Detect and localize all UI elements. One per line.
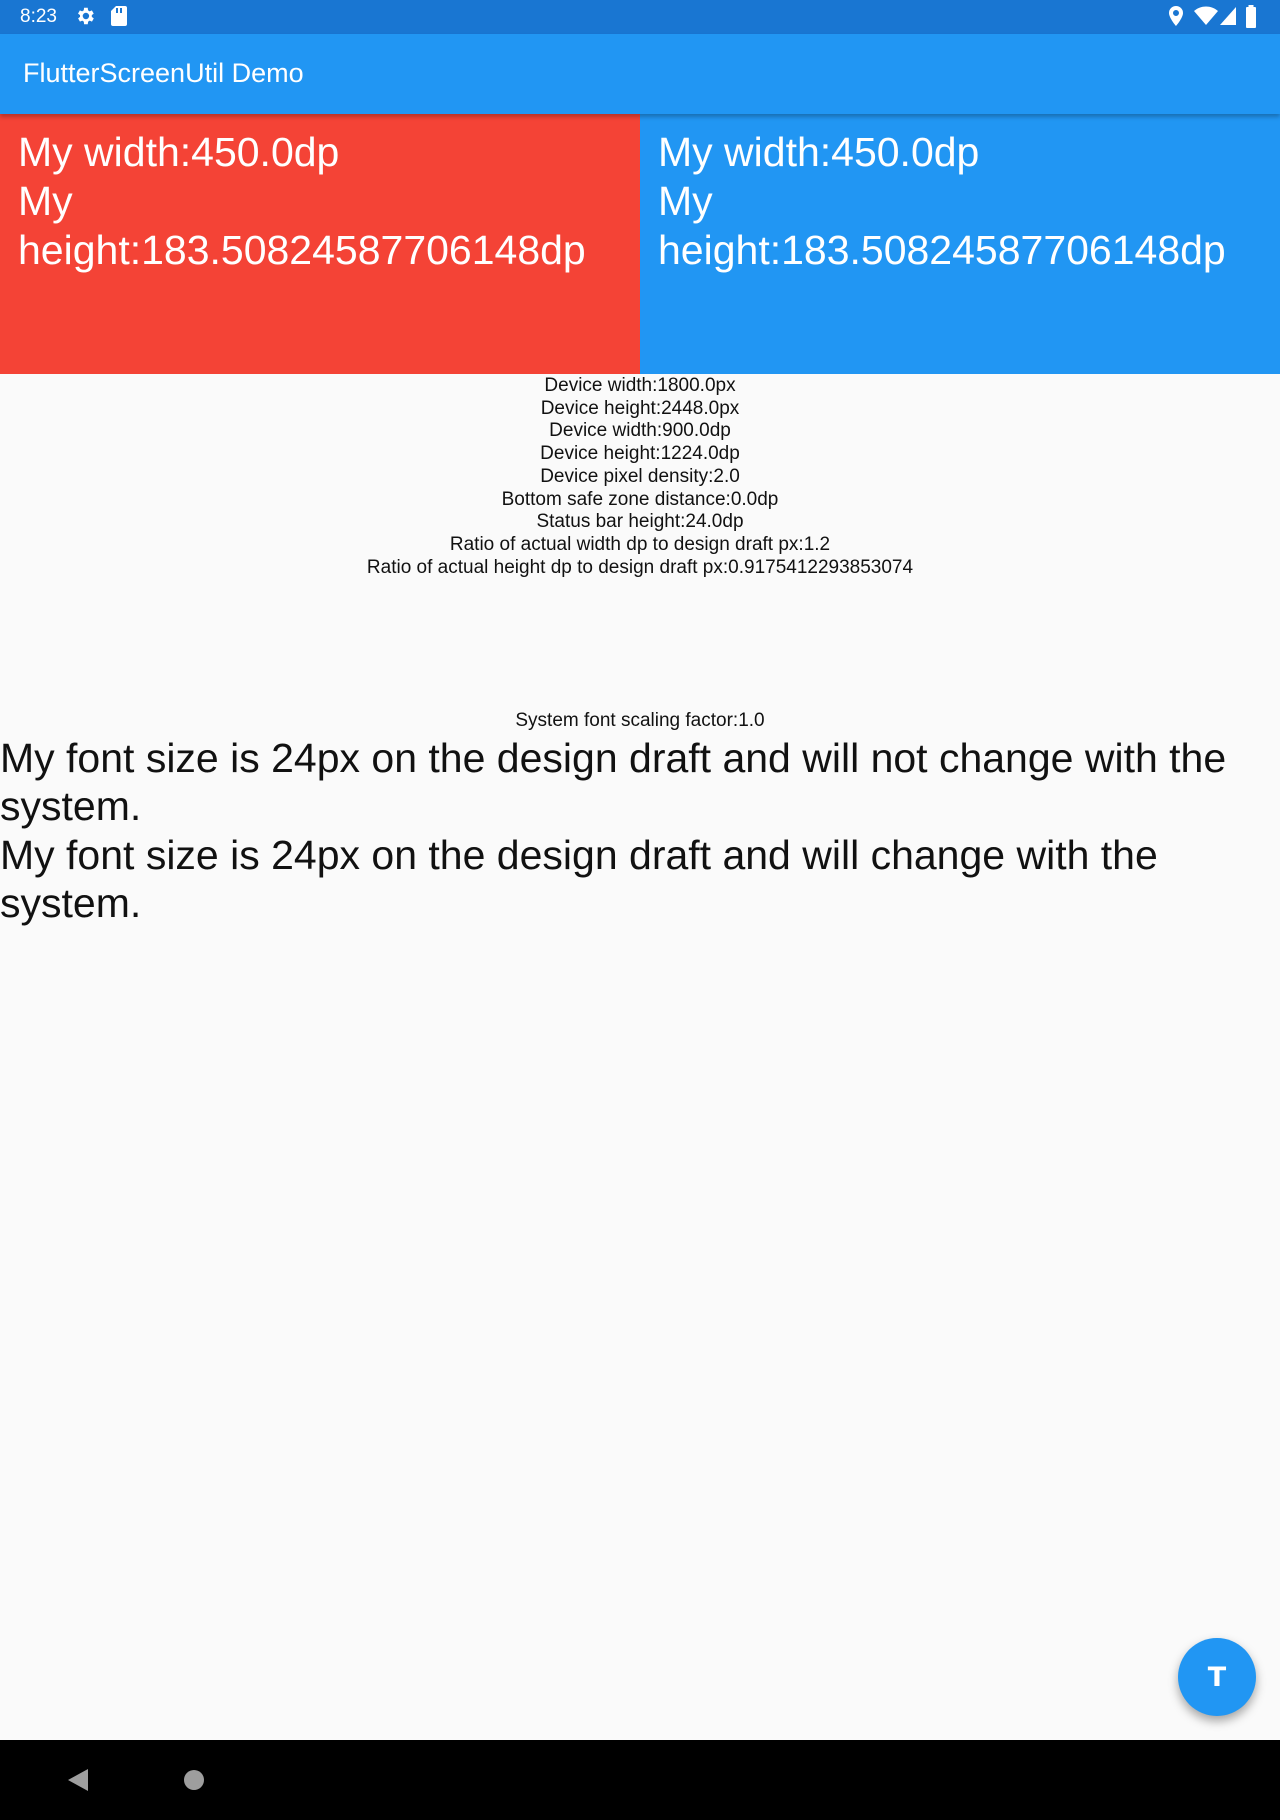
device-info-list: Device width:1800.0px Device height:2448…: [0, 375, 1280, 579]
width-ratio: Ratio of actual width dp to design draft…: [449, 533, 831, 555]
box-height-value: height:183.50824587706148dp: [658, 227, 1226, 273]
app-title: FlutterScreenUtil Demo: [23, 58, 304, 88]
sd-card-icon: [111, 6, 127, 26]
device-height-px: Device height:2448.0px: [540, 397, 740, 419]
back-icon[interactable]: [66, 1767, 90, 1793]
fixed-font-text: My font size is 24px on the design draft…: [0, 735, 1227, 829]
device-width-dp: Device width:900.0dp: [549, 420, 731, 442]
wifi-icon: [1194, 6, 1218, 25]
box-width-text: My width:450.0dp: [658, 129, 980, 175]
navigation-bar: [0, 1740, 1280, 1820]
font-scale-factor: System font scaling factor:1.0: [515, 710, 765, 731]
box-width-text: My width:450.0dp: [18, 129, 340, 175]
red-size-box: My width:450.0dp My height:183.508245877…: [0, 114, 640, 374]
scaling-font-text: My font size is 24px on the design draft…: [0, 832, 1158, 926]
height-ratio: Ratio of actual height dp to design draf…: [366, 556, 914, 578]
device-pixel-density: Device pixel density:2.0: [540, 465, 740, 487]
status-bar: 8:23: [0, 0, 1280, 34]
home-icon[interactable]: [184, 1770, 204, 1790]
box-height-value: height:183.50824587706148dp: [18, 227, 586, 273]
status-bar-height: Status bar height:24.0dp: [536, 511, 744, 533]
bottom-safe-zone: Bottom safe zone distance:0.0dp: [501, 488, 779, 510]
box-height-word: My: [18, 178, 73, 224]
device-height-dp: Device height:1224.0dp: [540, 443, 740, 465]
status-time: 8:23: [20, 6, 57, 27]
settings-icon: [78, 7, 94, 25]
fab-button[interactable]: T: [1178, 1638, 1256, 1716]
device-width-px: Device width:1800.0px: [544, 375, 736, 396]
blue-size-box: My width:450.0dp My height:183.508245877…: [640, 114, 1280, 374]
fab-label: T: [1207, 1661, 1227, 1693]
app-bar: FlutterScreenUtil Demo: [0, 34, 1280, 114]
location-icon: [1169, 6, 1183, 26]
signal-icon: [1220, 7, 1236, 25]
box-height-word: My: [658, 178, 713, 224]
battery-icon: [1246, 5, 1256, 28]
